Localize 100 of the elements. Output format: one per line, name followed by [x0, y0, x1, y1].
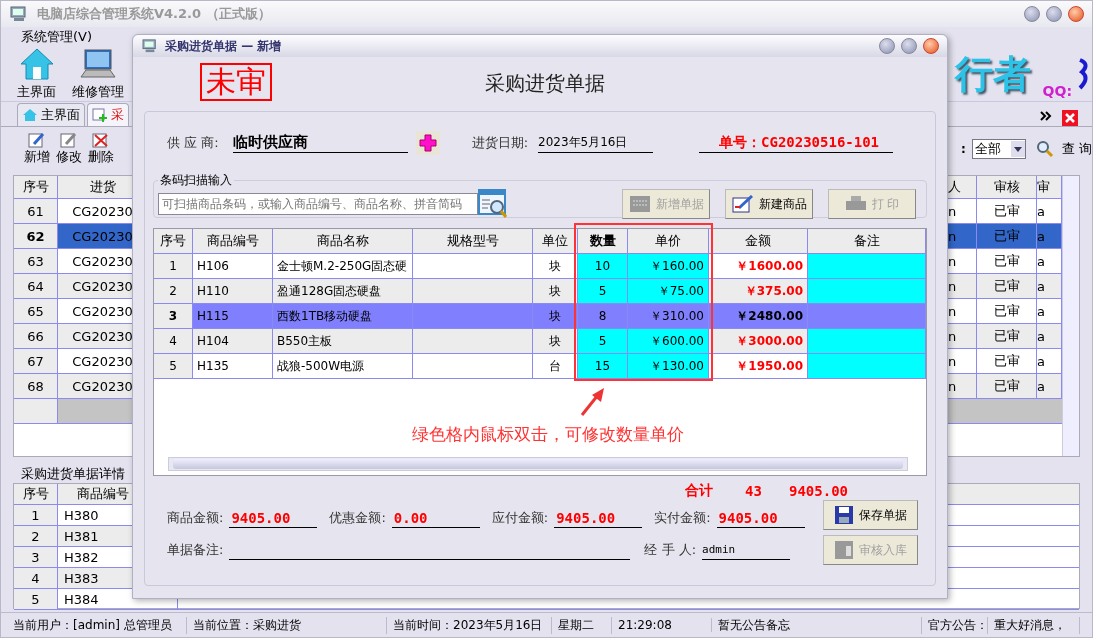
action-button[interactable]: 删除: [85, 132, 117, 166]
field-label: 应付金额:: [491, 509, 549, 527]
quantity-cell[interactable]: 5: [578, 279, 628, 303]
row-number: 5: [14, 589, 58, 609]
table-cell: a: [1037, 224, 1062, 248]
close-button[interactable]: [923, 38, 939, 54]
row-number: 62: [14, 224, 58, 248]
total-amount: 9405.00: [789, 483, 848, 499]
laptop-icon: [80, 47, 116, 81]
handler-field[interactable]: admin: [702, 540, 791, 560]
note-cell[interactable]: [808, 254, 926, 278]
price-cell[interactable]: ￥160.00: [628, 254, 709, 278]
scrollbar[interactable]: [1062, 176, 1079, 456]
action-button[interactable]: 新增: [21, 132, 53, 166]
table-cell: 已审: [977, 274, 1037, 298]
table-cell: 块: [533, 304, 578, 328]
status-text: 重大好消息，: [988, 616, 1080, 634]
app-icon: [141, 39, 159, 53]
date-field[interactable]: 2023年5月16日: [538, 133, 654, 153]
note-cell[interactable]: [808, 354, 926, 378]
status-text: 当前时间：2023年5月16日: [387, 616, 552, 634]
row-number: 1: [154, 254, 193, 278]
tab[interactable]: 采: [87, 103, 129, 126]
total-label: 合计: [685, 482, 714, 500]
table-cell: n: [947, 324, 977, 348]
table-cell: 已审: [977, 199, 1037, 223]
maximize-button[interactable]: [901, 38, 917, 54]
column-header: 规格型号: [413, 229, 533, 253]
toolbar-button[interactable]: 新建商品: [725, 189, 813, 219]
search-list-icon[interactable]: [478, 189, 508, 219]
amount-cell: ￥3000.00: [709, 329, 808, 353]
column-header: 商品编号: [193, 229, 273, 253]
search-icon[interactable]: [1035, 140, 1054, 158]
scrollbar[interactable]: [168, 457, 908, 471]
field-label: 优惠金额:: [329, 509, 386, 527]
form-add-icon: [92, 108, 108, 122]
row-number: 4: [154, 329, 193, 353]
column-header: 序号: [154, 229, 193, 253]
price-cell[interactable]: ￥310.00: [628, 304, 709, 328]
row-number: 1: [14, 505, 58, 525]
row-number: 67: [14, 349, 58, 373]
search-link[interactable]: 查 询: [1061, 140, 1092, 158]
table-cell: B550主板: [273, 329, 413, 353]
price-cell[interactable]: ￥600.00: [628, 329, 709, 353]
barcode-input[interactable]: 可扫描商品条码，或输入商品编号、商品名称、拼音简码: [158, 193, 478, 215]
field-label: 供 应 商:: [167, 134, 219, 152]
minimize-button[interactable]: [879, 38, 895, 54]
note-cell[interactable]: [808, 279, 926, 303]
table-cell: n: [947, 274, 977, 298]
note-cell[interactable]: [808, 329, 926, 353]
house-icon: [18, 47, 55, 81]
printer-icon: [844, 195, 867, 213]
table-cell: 已审: [977, 349, 1037, 373]
table-cell: 已审: [977, 299, 1037, 323]
close-button[interactable]: [1068, 6, 1084, 22]
row-number: 68: [14, 374, 58, 398]
quantity-cell[interactable]: 10: [578, 254, 628, 278]
table-cell: H110: [193, 279, 273, 303]
column-header: 商品名称: [273, 229, 413, 253]
toolbar-button[interactable]: 维修管理: [66, 47, 130, 101]
quantity-cell[interactable]: 5: [578, 329, 628, 353]
status-text: 21:29:08: [612, 618, 712, 632]
table-cell: n: [947, 374, 977, 398]
field-label: 经 手 人:: [644, 541, 697, 559]
annotation-arrow: [580, 387, 606, 417]
edit-icon: [731, 195, 754, 213]
price-cell[interactable]: ￥75.00: [628, 279, 709, 303]
table-cell: a: [1037, 324, 1062, 348]
table-cell: n: [947, 224, 977, 248]
quantity-cell[interactable]: 15: [578, 354, 628, 378]
table-cell: H115: [193, 304, 273, 328]
menu-item[interactable]: 系统管理(V): [21, 28, 93, 46]
maximize-button[interactable]: [1046, 6, 1062, 22]
column-header: 单位: [533, 229, 578, 253]
toolbar-button[interactable]: 主界面: [11, 47, 62, 101]
annotation-text: 绿色格内鼠标双击，可修改数量单价: [412, 423, 684, 446]
row-number: 2: [154, 279, 193, 303]
table-cell: 已审: [977, 224, 1037, 248]
filter-label: :: [961, 142, 966, 156]
filter-dropdown[interactable]: 全部: [971, 139, 1026, 159]
supplier-field[interactable]: 临时供应商: [232, 133, 408, 153]
action-button[interactable]: 修改: [53, 132, 85, 166]
row-number: 64: [14, 274, 58, 298]
row-number: 66: [14, 324, 58, 348]
order-number: 单号：CG20230516-101: [699, 133, 894, 153]
table-icon: [628, 195, 651, 213]
minimize-button[interactable]: [1024, 6, 1040, 22]
section-title: 采购进货单据详情: [21, 465, 125, 483]
row-number: 4: [14, 568, 58, 588]
action-button[interactable]: 保存单据: [823, 500, 918, 530]
add-icon[interactable]: [415, 131, 440, 155]
field-label: 实付金额:: [654, 509, 711, 527]
close-icon[interactable]: [1062, 110, 1078, 126]
price-cell[interactable]: ￥130.00: [628, 354, 709, 378]
table-cell: a: [1037, 374, 1062, 398]
note-cell[interactable]: [808, 304, 926, 328]
tab[interactable]: 主界面: [17, 103, 85, 126]
quantity-cell[interactable]: 8: [578, 304, 628, 328]
status-text: 当前位置：采购进货: [187, 616, 387, 634]
amount-cell: ￥375.00: [709, 279, 808, 303]
